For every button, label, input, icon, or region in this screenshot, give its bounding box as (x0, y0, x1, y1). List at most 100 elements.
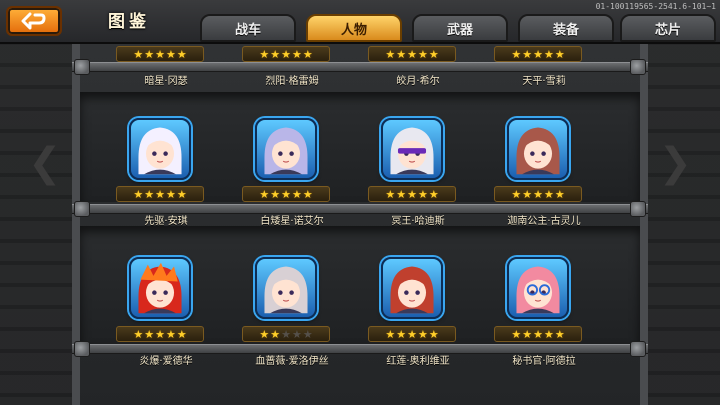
character-name: 先驱·安琪 (144, 216, 188, 227)
character-name: 红莲·奥利维亚 (386, 356, 450, 367)
silver-haired-girl-portrait[interactable] (255, 257, 317, 319)
tab-characters[interactable]: 人物 (306, 14, 402, 42)
star-icon: ★ (165, 47, 176, 61)
right-wall-panel (640, 45, 720, 405)
star-rating: ★ ★ ★ ★ ★ (242, 46, 330, 62)
star-icon: ★ (176, 187, 187, 201)
star-icon: ★ (428, 327, 439, 341)
back-button[interactable] (6, 6, 62, 36)
bolt-icon (74, 341, 90, 357)
winking-girl-portrait[interactable] (507, 118, 569, 180)
star-icon: ★ (543, 47, 554, 61)
star-icon: ★ (155, 187, 165, 201)
star-icon: ★ (522, 327, 533, 341)
bolt-icon (74, 201, 90, 217)
character-name: 白矮星·诺艾尔 (260, 216, 324, 227)
star-icon: ★ (396, 327, 407, 341)
star-rating: ★ ★ ★ ★ ★ (116, 46, 204, 62)
bolt-icon (74, 59, 90, 75)
star-icon: ★ (281, 187, 291, 201)
tab-weapons[interactable]: 武器 (412, 14, 508, 42)
tab-chips[interactable]: 芯片 (620, 14, 716, 42)
star-icon: ★ (281, 327, 291, 341)
star-rating: ★ ★ ★ ★ ★ (368, 46, 456, 62)
character-name: 炎爆·爱德华 (139, 356, 193, 367)
star-icon: ★ (385, 327, 396, 341)
star-icon: ★ (428, 47, 439, 61)
star-rating: ★ ★ ★ ★ ★ (368, 326, 456, 342)
star-icon: ★ (291, 187, 302, 201)
star-icon: ★ (511, 327, 522, 341)
flame-haired-boy-portrait[interactable] (129, 257, 191, 319)
star-icon: ★ (385, 47, 396, 61)
star-rating: ★ ★ ★ ★ ★ (368, 186, 456, 202)
star-icon: ★ (165, 187, 176, 201)
star-icon: ★ (155, 327, 165, 341)
star-rating: ★ ★ ★ ★ ★ (242, 186, 330, 202)
character-name: 迦南公主·古灵儿 (507, 216, 581, 227)
character-name: 秘书官·阿德拉 (512, 356, 576, 367)
star-icon: ★ (281, 47, 291, 61)
star-icon: ★ (417, 327, 428, 341)
star-icon: ★ (144, 47, 155, 61)
bolt-icon (630, 341, 646, 357)
star-icon: ★ (417, 47, 428, 61)
star-icon: ★ (291, 47, 302, 61)
star-icon: ★ (554, 47, 565, 61)
star-icon: ★ (144, 327, 155, 341)
character-name: 冥王·哈迪斯 (391, 216, 445, 227)
star-icon: ★ (385, 187, 396, 201)
bolt-icon (630, 201, 646, 217)
star-icon: ★ (259, 327, 270, 341)
star-icon: ★ (533, 47, 543, 61)
star-icon: ★ (407, 187, 417, 201)
star-icon: ★ (270, 187, 281, 201)
star-icon: ★ (176, 47, 187, 61)
star-rating: ★ ★ ★ ★ ★ (116, 326, 204, 342)
star-icon: ★ (133, 327, 144, 341)
star-rating: ★ ★ ★ ★ ★ (494, 326, 582, 342)
right-chevron-decoration: ❯ (658, 140, 692, 186)
lilac-haired-girl-portrait[interactable] (255, 118, 317, 180)
star-icon: ★ (396, 187, 407, 201)
star-icon: ★ (259, 187, 270, 201)
star-rating: ★ ★ ★ ★ ★ (494, 46, 582, 62)
visored-man-portrait[interactable] (381, 118, 443, 180)
star-icon: ★ (522, 47, 533, 61)
star-icon: ★ (428, 187, 439, 201)
version-text: 01-100119565-2541.6-101~1 (595, 2, 716, 11)
tab-vehicles[interactable]: 战车 (200, 14, 296, 42)
star-icon: ★ (302, 187, 313, 201)
white-haired-girl-portrait[interactable] (129, 118, 191, 180)
tab-equipment[interactable]: 装备 (518, 14, 614, 42)
star-icon: ★ (259, 47, 270, 61)
shelf-rail (72, 62, 648, 72)
top-bar: 图鉴 01-100119565-2541.6-101~1 战车 人物 武器 装备… (0, 0, 720, 44)
star-icon: ★ (396, 47, 407, 61)
star-icon: ★ (407, 47, 417, 61)
glasses-girl-portrait[interactable] (507, 257, 569, 319)
star-icon: ★ (291, 327, 302, 341)
star-icon: ★ (543, 327, 554, 341)
star-rating: ★ ★ ★ ★ ★ (494, 186, 582, 202)
character-name: 暗星·冈瑟 (144, 76, 188, 87)
character-name: 烈阳·格雷姆 (265, 76, 319, 87)
star-icon: ★ (270, 47, 281, 61)
star-rating: ★ ★ ★ ★ ★ (242, 326, 330, 342)
star-icon: ★ (270, 327, 281, 341)
return-arrow-icon (21, 12, 46, 30)
star-icon: ★ (302, 47, 313, 61)
bolt-icon (630, 59, 646, 75)
star-icon: ★ (554, 187, 565, 201)
star-icon: ★ (511, 47, 522, 61)
character-name: 皎月·希尔 (396, 76, 440, 87)
star-icon: ★ (533, 327, 543, 341)
red-haired-girl-portrait[interactable] (381, 257, 443, 319)
star-icon: ★ (522, 187, 533, 201)
star-icon: ★ (144, 187, 155, 201)
star-icon: ★ (133, 187, 144, 201)
star-icon: ★ (417, 187, 428, 201)
star-icon: ★ (165, 327, 176, 341)
star-icon: ★ (533, 187, 543, 201)
left-wall-panel (0, 45, 80, 405)
